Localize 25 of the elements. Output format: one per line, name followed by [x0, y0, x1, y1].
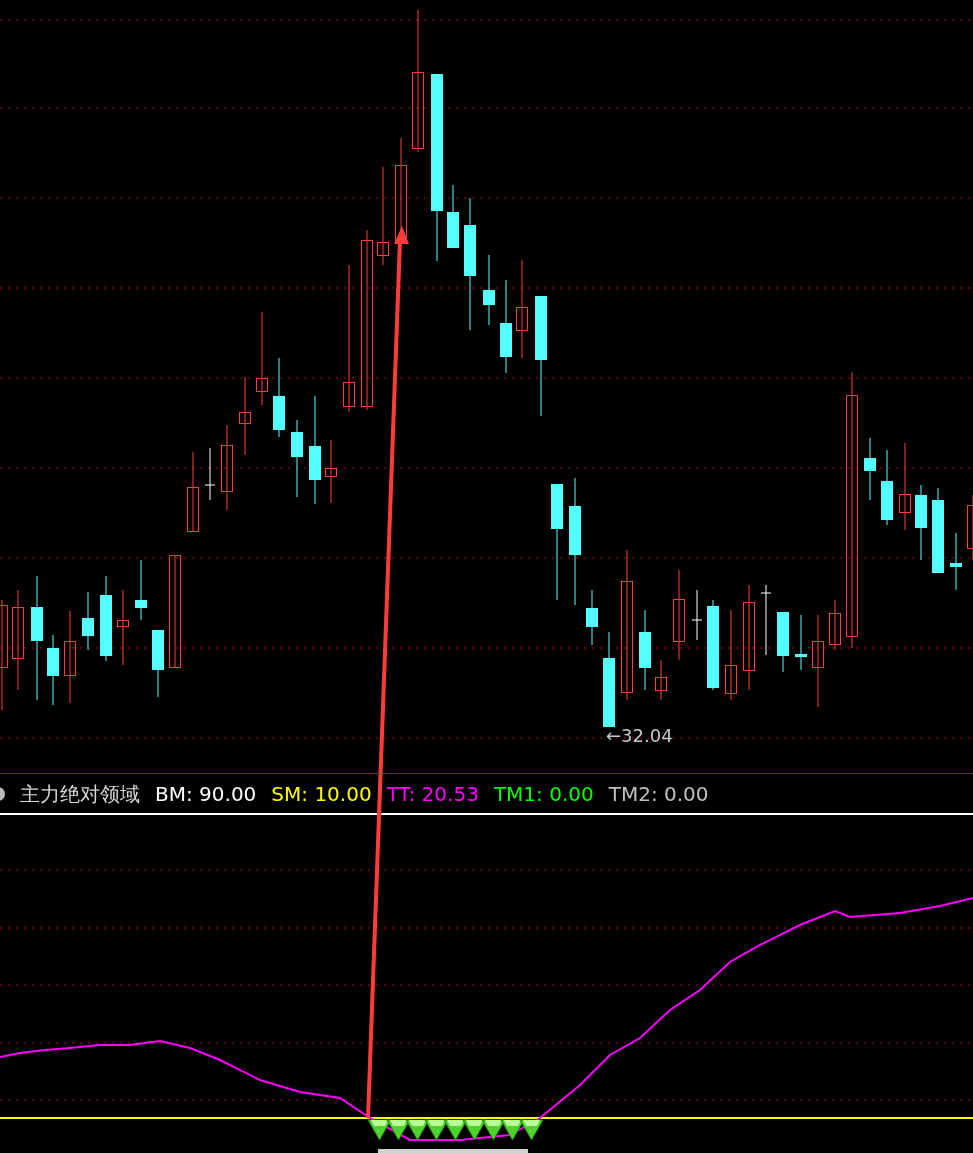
- candlestick: [152, 629, 164, 698]
- candlestick: [760, 584, 772, 656]
- candlestick: [950, 532, 962, 591]
- candlestick: [967, 494, 973, 561]
- candlestick: [204, 447, 216, 501]
- low-price-label: ←32.04: [606, 725, 673, 747]
- candlestick: [135, 559, 147, 621]
- candlestick: [47, 634, 59, 706]
- candlestick: [864, 437, 876, 501]
- indicator-value: TM1: 0.00: [493, 780, 594, 808]
- candlestick: [82, 591, 94, 651]
- indicator-value: TT: 20.53: [386, 780, 479, 808]
- candlestick: [655, 659, 667, 701]
- candlestick: [483, 254, 495, 326]
- indicator-title: 主力绝对领域: [20, 780, 140, 808]
- indicator-value: TM2: 0.00: [608, 780, 709, 808]
- indicator-value: SM: 10.00: [271, 780, 372, 808]
- candlestick: [829, 599, 841, 651]
- candlestick: [777, 611, 789, 673]
- candlestick: [447, 184, 459, 249]
- candlestick: [691, 589, 703, 641]
- candlestick: [586, 589, 598, 646]
- indicator-value: BM: 90.00: [155, 780, 257, 808]
- candlestick: [325, 439, 337, 504]
- candlestick: [795, 614, 807, 671]
